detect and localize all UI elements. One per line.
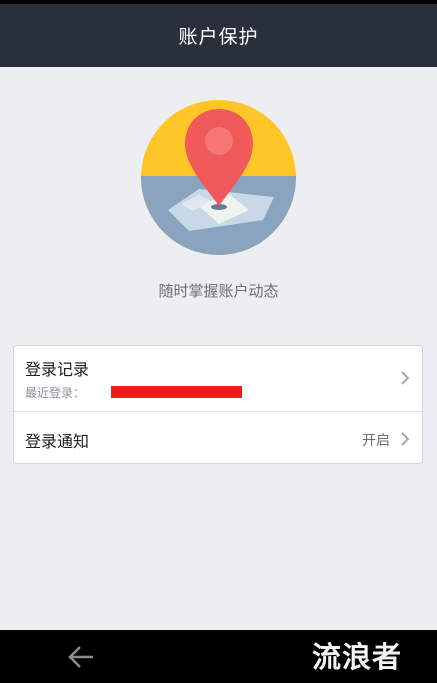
- back-arrow-icon[interactable]: [66, 643, 96, 671]
- login-records-label: 登录记录: [25, 360, 90, 379]
- chevron-right-icon: [401, 432, 410, 446]
- title-bar: 账户保护: [0, 4, 437, 67]
- redaction-bar: [111, 386, 242, 398]
- last-login-label: 最近登录：: [25, 386, 86, 400]
- settings-card: 登录记录 最近登录： 登录通知 开启: [13, 345, 423, 464]
- location-pin-icon: [141, 100, 296, 255]
- page-title: 账户保护: [178, 26, 259, 48]
- login-notification-label: 登录通知: [25, 432, 90, 451]
- login-notification-item[interactable]: 登录通知 开启: [14, 411, 422, 465]
- login-records-item[interactable]: 登录记录 最近登录：: [14, 346, 422, 411]
- chevron-right-icon: [401, 371, 410, 385]
- watermark-text: 流浪者: [312, 640, 403, 674]
- notification-status: 开启: [362, 433, 390, 449]
- hero-subtitle: 随时掌握账户动态: [158, 282, 279, 300]
